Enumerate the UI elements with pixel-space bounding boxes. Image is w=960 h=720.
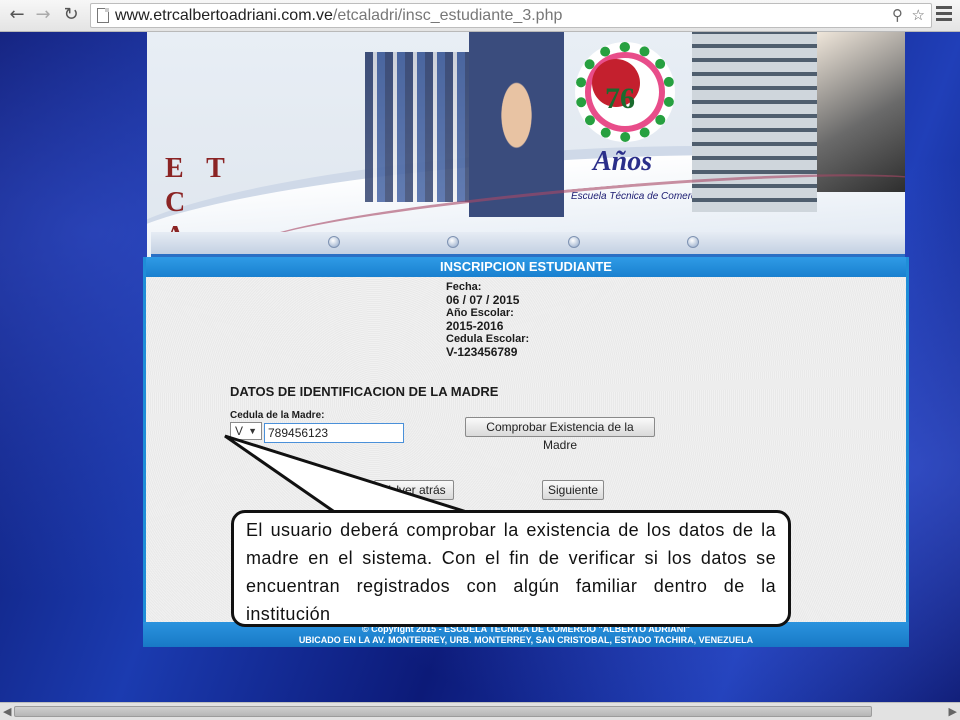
nav-dot-4[interactable] — [687, 236, 699, 248]
fecha-value: 06 / 07 / 2015 — [446, 293, 520, 307]
anio-escolar-value: 2015-2016 — [446, 319, 504, 333]
back-arrow-icon[interactable]: ← — [6, 4, 28, 26]
footer-address: UBICADO EN LA AV. MONTERREY, URB. MONTER… — [298, 635, 754, 645]
cedula-madre-label: Cedula de la Madre: — [230, 410, 325, 421]
nationality-select[interactable]: V ▼ — [230, 422, 262, 440]
nav-dot-3[interactable] — [568, 236, 580, 248]
back-button[interactable]: Volver atrás — [374, 480, 454, 500]
founder-portrait — [469, 32, 564, 217]
browser-toolbar: ← → ↻ www.etrcalbertoadriani.com.ve/etca… — [0, 0, 960, 32]
logo-word: Años — [593, 146, 653, 177]
check-mother-button[interactable]: Comprobar Existencia de la Madre — [465, 417, 655, 452]
forward-arrow-icon[interactable]: → — [32, 4, 54, 26]
section-title: DATOS DE IDENTIFICACION DE LA MADRE — [230, 384, 499, 399]
nav-dot-1[interactable] — [328, 236, 340, 248]
nav-dot-2[interactable] — [447, 236, 459, 248]
cedula-escolar-value: V-123456789 — [446, 345, 518, 359]
zoom-icon[interactable]: ⚲ — [892, 6, 903, 24]
panel-title: INSCRIPCION ESTUDIANTE — [146, 257, 906, 277]
horizontal-scrollbar[interactable]: ◀ ▶ — [0, 702, 960, 720]
star-icon[interactable]: ☆ — [912, 6, 925, 24]
next-button[interactable]: Siguiente — [542, 480, 604, 500]
header-banner: 76 Años Escuela Técnica de Comercio E T … — [147, 32, 905, 257]
address-bar[interactable]: www.etrcalbertoadriani.com.ve/etcaladri/… — [90, 3, 932, 28]
url-text[interactable]: www.etrcalbertoadriani.com.ve/etcaladri/… — [115, 7, 562, 25]
url-domain: www.etrcalbertoadriani.com.ve — [115, 7, 333, 24]
reload-icon[interactable]: ↻ — [60, 4, 82, 26]
page-icon — [97, 8, 109, 23]
classroom-photo — [365, 52, 470, 202]
students-photo — [817, 32, 905, 192]
url-path: /etcaladri/insc_estudiante_3.php — [332, 7, 563, 24]
chevron-down-icon: ▼ — [248, 426, 257, 436]
scroll-right-icon[interactable]: ▶ — [949, 705, 957, 718]
explanation-callout: El usuario deberá comprobar la existenci… — [231, 510, 791, 627]
scrollbar-thumb[interactable] — [14, 706, 872, 717]
nationality-value: V — [235, 424, 244, 438]
nav-strip — [151, 232, 905, 257]
logo-number: 76 — [605, 82, 635, 115]
hamburger-menu-icon[interactable] — [936, 6, 952, 24]
scroll-left-icon[interactable]: ◀ — [3, 705, 11, 718]
registration-info: Fecha: 06 / 07 / 2015 Año Escolar: 2015-… — [446, 281, 529, 359]
brand-line-1: E T C — [165, 153, 233, 218]
cedula-madre-input[interactable] — [264, 423, 404, 443]
